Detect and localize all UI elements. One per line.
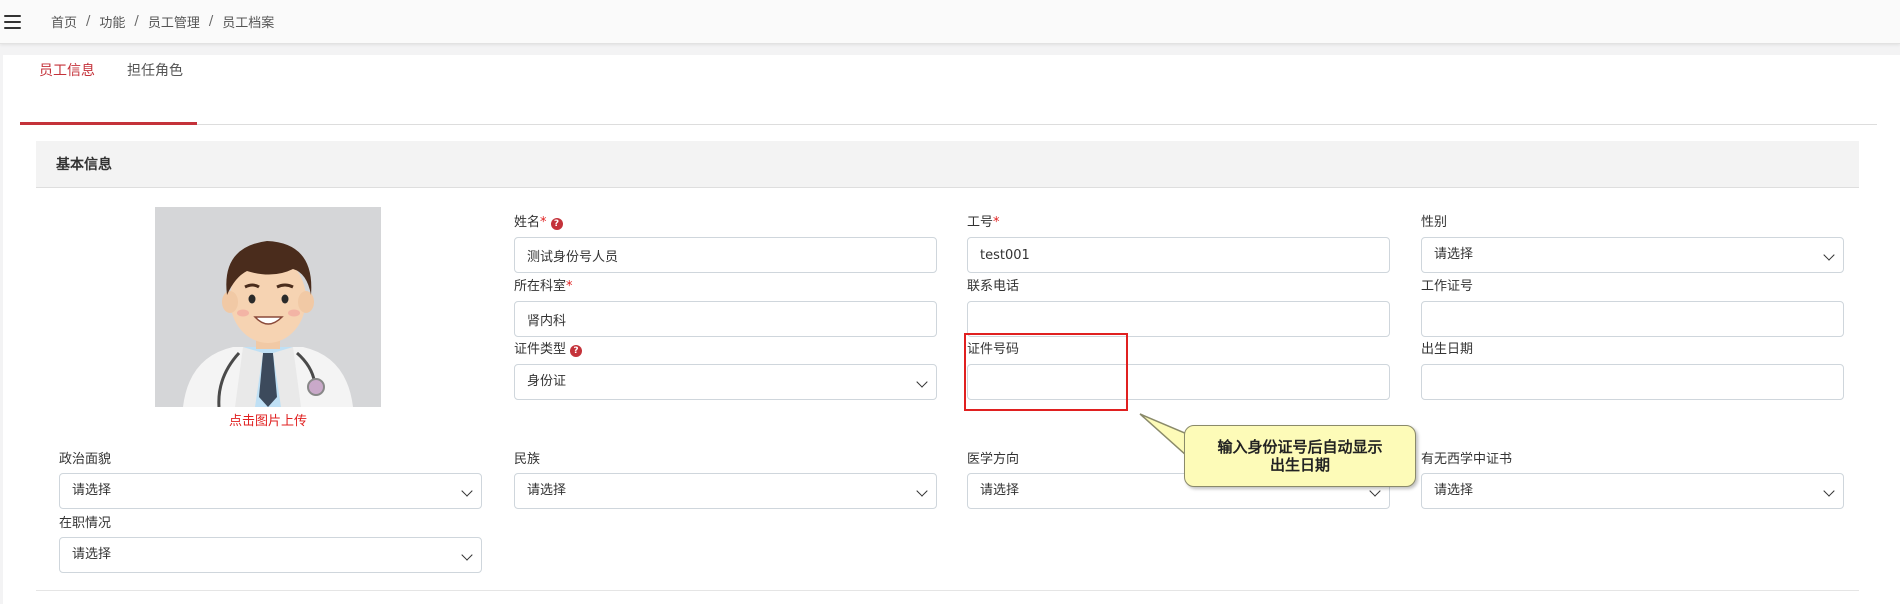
- menu-icon[interactable]: [4, 14, 21, 29]
- phone-label: 联系电话: [967, 279, 1020, 294]
- id-type-select[interactable]: 身份证: [514, 364, 937, 400]
- ethnicity-select[interactable]: 请选择: [514, 473, 937, 509]
- help-icon[interactable]: ?: [550, 218, 563, 230]
- help-icon[interactable]: ?: [570, 345, 583, 357]
- breadcrumb-features[interactable]: 功能: [99, 12, 125, 31]
- work-cert-input[interactable]: [1421, 301, 1844, 337]
- active-tab-indicator: [20, 122, 197, 125]
- id-type-label: 证件类型?: [514, 338, 583, 357]
- bottom-divider: [36, 590, 1859, 591]
- callout-line-2: 出生日期: [1269, 456, 1330, 474]
- medical-direction-label: 医学方向: [967, 452, 1020, 467]
- gender-select[interactable]: 请选择: [1421, 237, 1844, 273]
- phone-input[interactable]: [967, 301, 1390, 337]
- callout-line-1: 输入身份证号后自动显示: [1217, 438, 1383, 456]
- department-label: 所在科室*: [514, 279, 573, 294]
- employment-status-label: 在职情况: [59, 516, 112, 531]
- birth-date-input[interactable]: [1421, 364, 1844, 400]
- political-status-value: 请选择: [72, 483, 112, 498]
- western-chinese-cert-label: 有无西学中证书: [1421, 452, 1513, 467]
- breadcrumb-home[interactable]: 首页: [51, 12, 77, 31]
- tab-employee-info[interactable]: 员工信息: [39, 60, 95, 80]
- chevron-down-icon: [916, 485, 928, 497]
- medical-direction-value: 请选择: [980, 483, 1020, 498]
- western-chinese-cert-value: 请选择: [1434, 483, 1474, 498]
- name-input[interactable]: [514, 237, 937, 273]
- department-input[interactable]: [514, 301, 937, 337]
- employment-status-value: 请选择: [72, 547, 112, 562]
- employee-no-input[interactable]: [967, 237, 1390, 273]
- work-cert-label: 工作证号: [1421, 279, 1474, 294]
- section-header: 基本信息: [36, 141, 1859, 188]
- chevron-down-icon: [1823, 485, 1835, 497]
- id-type-value: 身份证: [527, 374, 567, 389]
- tab-bar: 员工信息 担任角色: [20, 30, 1877, 125]
- gender-label: 性别: [1421, 215, 1448, 230]
- ethnicity-label: 民族: [514, 452, 541, 467]
- ethnicity-value: 请选择: [527, 483, 567, 498]
- breadcrumb-employee-records[interactable]: 员工档案: [222, 12, 274, 31]
- id-number-highlight-box: [964, 333, 1128, 411]
- breadcrumb-separator: /: [134, 14, 139, 29]
- chevron-down-icon: [1369, 485, 1381, 497]
- political-status-select[interactable]: 请选择: [59, 473, 482, 509]
- chevron-down-icon: [461, 485, 473, 497]
- political-status-label: 政治面貌: [59, 452, 112, 467]
- chevron-down-icon: [916, 376, 928, 388]
- employee-photo[interactable]: [155, 207, 381, 407]
- employment-status-select[interactable]: 请选择: [59, 537, 482, 573]
- section-title: 基本信息: [56, 157, 112, 173]
- annotation-callout: 输入身份证号后自动显示 出生日期: [1184, 425, 1416, 487]
- doctor-avatar-icon: [155, 207, 381, 407]
- chevron-down-icon: [461, 549, 473, 561]
- upload-hint[interactable]: 点击图片上传: [155, 410, 381, 429]
- breadcrumb: 首页 / 功能 / 员工管理 / 员工档案: [51, 12, 274, 31]
- gender-value: 请选择: [1434, 247, 1474, 262]
- tab-roles[interactable]: 担任角色: [127, 60, 183, 80]
- birth-date-label: 出生日期: [1421, 342, 1474, 357]
- employee-no-label: 工号*: [967, 215, 1000, 230]
- chevron-down-icon: [1823, 249, 1835, 261]
- name-label: 姓名*?: [514, 211, 563, 230]
- breadcrumb-employee-management[interactable]: 员工管理: [148, 12, 200, 31]
- breadcrumb-separator: /: [208, 14, 214, 29]
- western-chinese-cert-select[interactable]: 请选择: [1421, 473, 1844, 509]
- breadcrumb-separator: /: [86, 14, 91, 29]
